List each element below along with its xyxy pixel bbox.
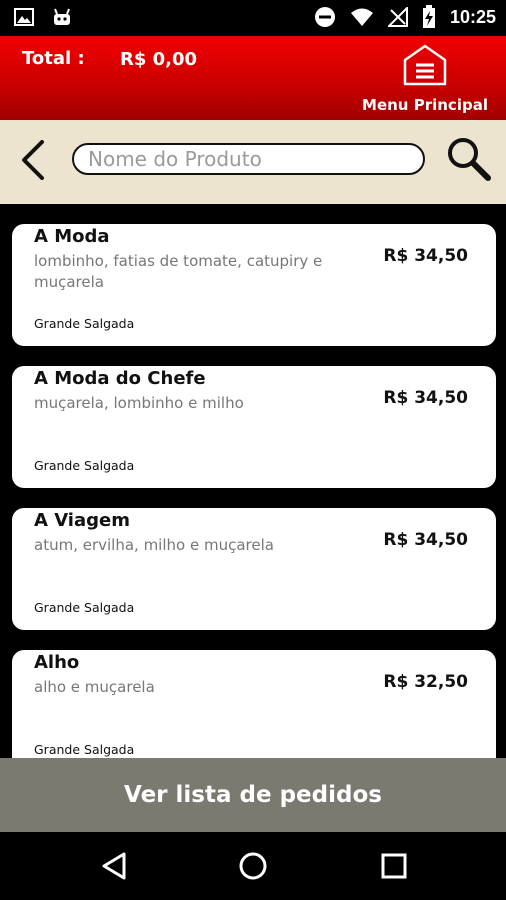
status-bar: 10:25 bbox=[0, 0, 506, 36]
product-name: Alho bbox=[34, 652, 80, 673]
back-arrow-icon[interactable] bbox=[14, 138, 50, 182]
main-menu-button[interactable]: Menu Principal bbox=[362, 44, 488, 114]
home-menu-icon bbox=[403, 44, 447, 86]
main-menu-label: Menu Principal bbox=[362, 96, 488, 114]
header-bar: Total : R$ 0,00 Menu Principal bbox=[0, 36, 506, 120]
product-list[interactable]: A Moda lombinho, fatias de tomate, catup… bbox=[0, 204, 506, 758]
product-card[interactable]: Alho alho e muçarela R$ 32,50 Grande Sal… bbox=[12, 650, 496, 758]
product-name: A Viagem bbox=[34, 510, 130, 531]
product-name: A Moda do Chefe bbox=[34, 368, 206, 389]
product-name: A Moda bbox=[34, 226, 110, 247]
wifi-icon bbox=[350, 8, 373, 26]
status-time: 10:25 bbox=[449, 6, 496, 27]
product-price: R$ 32,50 bbox=[383, 672, 468, 692]
product-category: Grande Salgada bbox=[34, 742, 135, 757]
product-price: R$ 34,50 bbox=[383, 388, 468, 408]
home-circle-icon[interactable] bbox=[233, 848, 273, 884]
product-description: atum, ervilha, milho e muçarela bbox=[34, 536, 274, 554]
no-signal-icon bbox=[387, 7, 408, 27]
product-category: Grande Salgada bbox=[34, 458, 135, 473]
back-triangle-icon[interactable] bbox=[94, 848, 134, 884]
product-price: R$ 34,50 bbox=[383, 246, 468, 266]
product-card[interactable]: A Moda do Chefe muçarela, lombinho e mil… bbox=[12, 366, 496, 488]
product-card[interactable]: A Viagem atum, ervilha, milho e muçarela… bbox=[12, 508, 496, 630]
product-search-input[interactable] bbox=[72, 143, 425, 175]
recents-square-icon[interactable] bbox=[374, 848, 414, 884]
product-description: alho e muçarela bbox=[34, 678, 155, 696]
navigation-bar bbox=[0, 832, 506, 900]
do-not-disturb-icon bbox=[314, 7, 335, 27]
image-icon bbox=[14, 8, 34, 26]
battery-charging-icon bbox=[422, 5, 435, 28]
product-category: Grande Salgada bbox=[34, 316, 135, 331]
product-price: R$ 34,50 bbox=[383, 530, 468, 550]
view-orders-button[interactable]: Ver lista de pedidos bbox=[0, 758, 506, 832]
search-bar bbox=[0, 120, 506, 204]
total-value: R$ 0,00 bbox=[120, 49, 198, 70]
android-icon bbox=[54, 8, 70, 25]
product-category: Grande Salgada bbox=[34, 600, 135, 615]
product-description: lombinho, fatias de tomate, catupiry e m… bbox=[34, 252, 323, 291]
product-card[interactable]: A Moda lombinho, fatias de tomate, catup… bbox=[12, 224, 496, 346]
product-description: muçarela, lombinho e milho bbox=[34, 394, 244, 412]
total-label: Total : bbox=[22, 48, 85, 69]
search-icon[interactable] bbox=[444, 134, 492, 182]
